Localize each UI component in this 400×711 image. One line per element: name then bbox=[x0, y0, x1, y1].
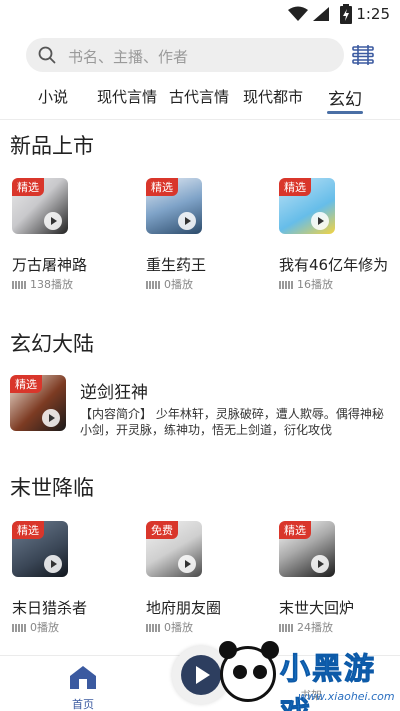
play-icon[interactable] bbox=[44, 212, 62, 230]
divider bbox=[0, 119, 400, 120]
bookshelf-icon[interactable] bbox=[350, 42, 376, 68]
watermark-site: www.xiaohei.com bbox=[298, 690, 395, 703]
audio-wave-icon bbox=[146, 624, 160, 632]
play-icon[interactable] bbox=[42, 409, 60, 427]
section-title-xuanhuan: 玄幻大陆 bbox=[10, 332, 94, 356]
book-cover: 免费 bbox=[146, 521, 202, 577]
tag-badge: 精选 bbox=[279, 178, 311, 196]
tag-badge: 精选 bbox=[12, 178, 44, 196]
book-title: 重生药王 bbox=[146, 256, 207, 274]
book-title: 末世大回炉 bbox=[279, 599, 355, 617]
section-title-apocalypse: 末世降临 bbox=[10, 476, 94, 500]
play-count: 0播放 bbox=[12, 619, 59, 635]
tag-badge: 精选 bbox=[12, 521, 44, 539]
search-icon bbox=[38, 46, 56, 64]
audio-wave-icon bbox=[146, 281, 160, 289]
book-title: 我有46亿年修为 bbox=[279, 256, 389, 274]
book-cover: 精选 bbox=[146, 178, 202, 234]
book-cover: 精选 bbox=[10, 375, 66, 431]
play-count: 138播放 bbox=[12, 276, 73, 292]
play-count: 16播放 bbox=[279, 276, 333, 292]
play-icon[interactable] bbox=[178, 555, 196, 573]
tag-badge: 精选 bbox=[146, 178, 178, 196]
watermark: 小黑游戏 www.xiaohei.com bbox=[216, 640, 400, 711]
active-tab-indicator bbox=[327, 111, 363, 114]
search-input[interactable]: 书名、主播、作者 bbox=[26, 38, 344, 72]
book-description: 【内容简介】 少年林轩，灵脉破碎，遭人欺辱。偶得神秘小剑，开灵脉，练神功，悟无上… bbox=[80, 407, 384, 436]
tag-badge: 免费 bbox=[146, 521, 178, 539]
tag-badge: 精选 bbox=[279, 521, 311, 539]
book-cover: 精选 bbox=[12, 521, 68, 577]
clock: 1:25 bbox=[356, 5, 390, 23]
play-icon[interactable] bbox=[44, 555, 62, 573]
play-icon[interactable] bbox=[311, 212, 329, 230]
play-count: 0播放 bbox=[146, 619, 193, 635]
tab-modern-romance[interactable]: 现代言情 bbox=[97, 86, 157, 107]
tab-ancient-romance[interactable]: 古代言情 bbox=[169, 86, 229, 107]
book-cover: 精选 bbox=[279, 521, 335, 577]
play-count: 24播放 bbox=[279, 619, 333, 635]
panda-logo-icon bbox=[219, 641, 279, 702]
battery-icon bbox=[340, 4, 352, 24]
list-item[interactable]: 精选 逆剑狂神 【内容简介】 少年林轩，灵脉破碎，遭人欺辱。偶得神秘小剑，开灵脉… bbox=[10, 375, 390, 436]
play-count: 0播放 bbox=[146, 276, 193, 292]
tab-modern-urban[interactable]: 现代都市 bbox=[243, 86, 303, 107]
tab-novel[interactable]: 小说 bbox=[38, 86, 68, 107]
home-icon bbox=[70, 666, 96, 689]
category-tabs: 小说 现代言情 古代言情 现代都市 玄幻 bbox=[0, 86, 400, 116]
audio-wave-icon bbox=[279, 624, 293, 632]
app-screen: 1:25 书名、主播、作者 小说 现代言情 古代言情 现代都市 玄幻 新品上市 … bbox=[0, 0, 400, 711]
audio-wave-icon bbox=[12, 281, 26, 289]
section-title-new-arrivals: 新品上市 bbox=[10, 134, 94, 158]
book-title: 地府朋友圈 bbox=[146, 599, 222, 617]
book-cover: 精选 bbox=[12, 178, 68, 234]
nav-home[interactable]: 首页 bbox=[60, 664, 106, 711]
signal-icon bbox=[313, 7, 329, 21]
tag-badge: 精选 bbox=[10, 375, 42, 393]
play-icon[interactable] bbox=[311, 555, 329, 573]
audio-wave-icon bbox=[279, 281, 293, 289]
audio-wave-icon bbox=[12, 624, 26, 632]
nav-home-label: 首页 bbox=[72, 698, 94, 711]
play-icon[interactable] bbox=[178, 212, 196, 230]
search-placeholder: 书名、主播、作者 bbox=[68, 48, 189, 66]
play-icon bbox=[181, 655, 221, 695]
book-cover: 精选 bbox=[279, 178, 335, 234]
status-bar: 1:25 bbox=[0, 0, 400, 28]
tab-xuanhuan[interactable]: 玄幻 bbox=[328, 85, 362, 110]
book-title: 逆剑狂神 bbox=[80, 383, 148, 403]
wifi-icon bbox=[288, 6, 308, 21]
book-title: 末日猎杀者 bbox=[12, 599, 88, 617]
book-title: 万古屠神路 bbox=[12, 256, 88, 274]
